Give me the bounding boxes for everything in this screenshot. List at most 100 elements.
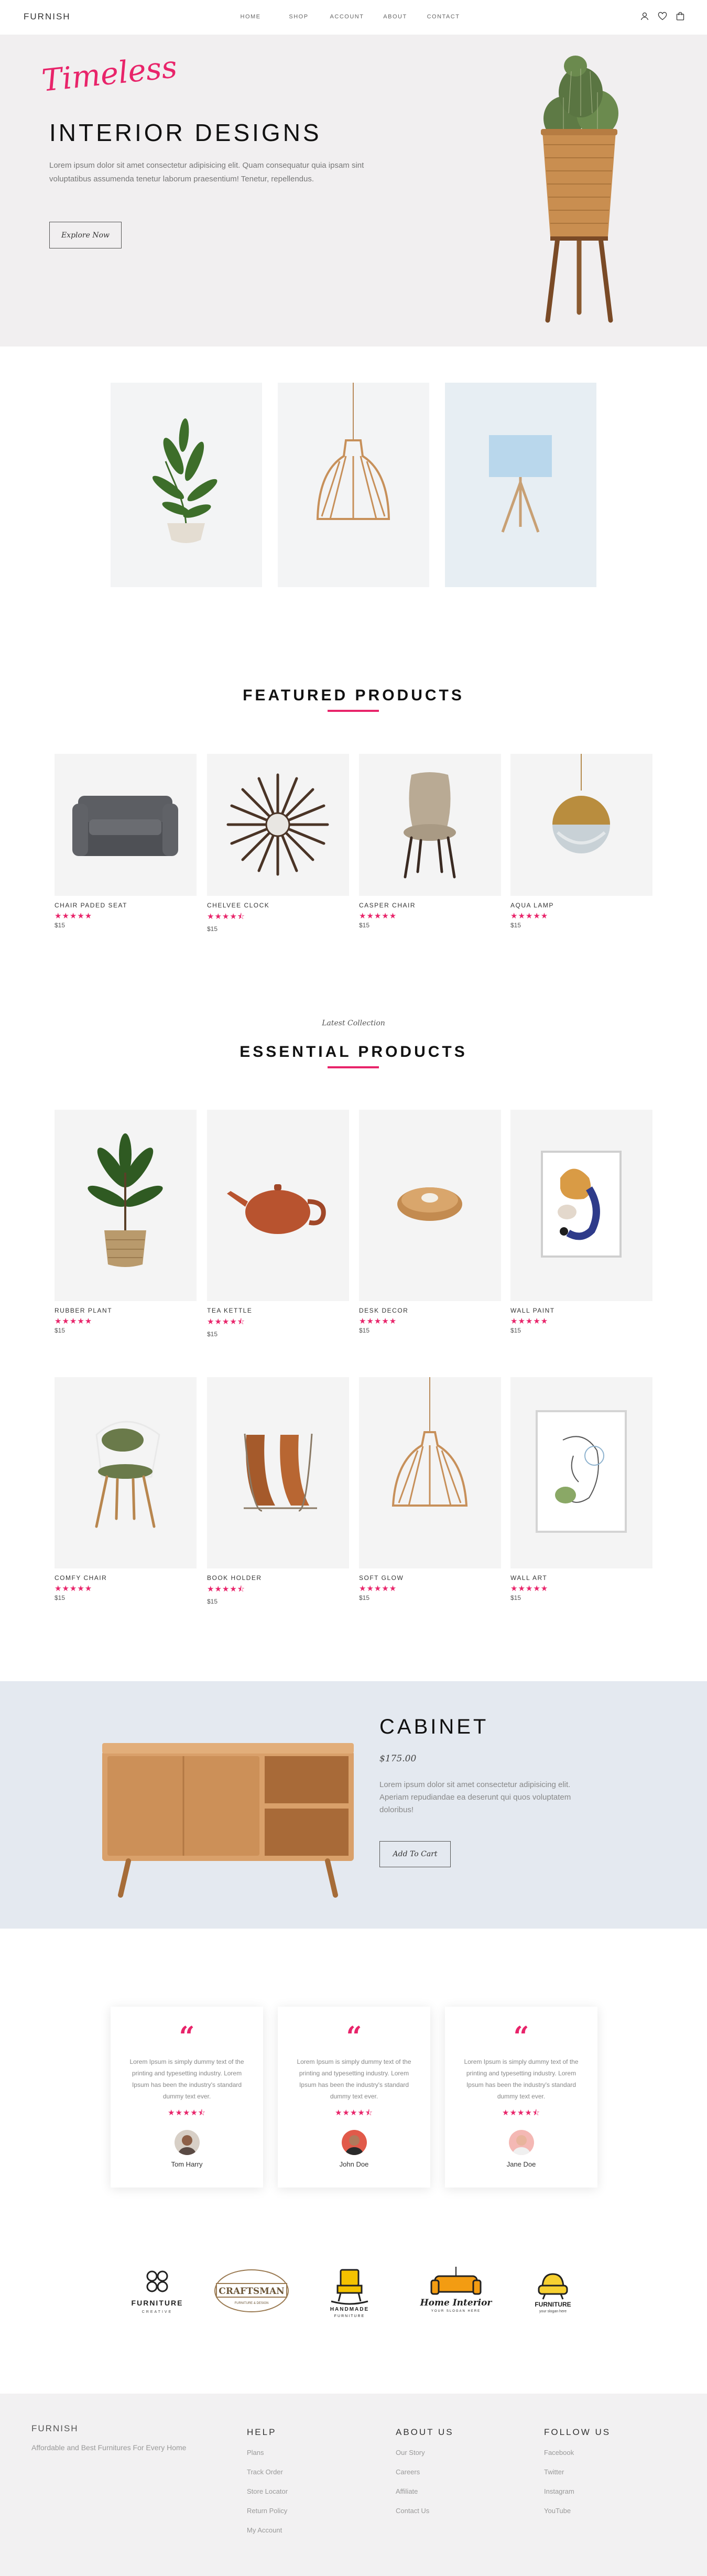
footer-follow-heading: FOLLOW US: [544, 2427, 611, 2437]
product-card[interactable]: COMFY CHAIR ★★★★★ $15: [55, 1377, 197, 1601]
product-card[interactable]: WALL ART ★★★★★ $15: [510, 1377, 652, 1601]
add-to-cart-button[interactable]: Add To Cart: [379, 1841, 451, 1867]
footer-about-heading: ABOUT US: [396, 2427, 454, 2437]
brand-logo-craftsman[interactable]: CRAFTSMAN FURNITURE & DESIGN: [212, 2265, 291, 2322]
footer-link-careers[interactable]: Careers: [396, 2467, 454, 2476]
footer-link-youtube[interactable]: YouTube: [544, 2506, 611, 2515]
product-name[interactable]: AQUA LAMP: [510, 902, 652, 909]
product-card[interactable]: WALL PAINT ★★★★★ $15: [510, 1110, 652, 1334]
product-card[interactable]: CHELVEE CLOCK ★★★★⯪ $15: [207, 754, 349, 933]
nav-contact[interactable]: CONTACT: [419, 14, 467, 20]
product-image[interactable]: [207, 1377, 349, 1568]
product-card[interactable]: CHAIR PADED SEAT ★★★★★ $15: [55, 754, 197, 929]
nav-home[interactable]: HOME: [226, 14, 275, 20]
footer-link-my-account[interactable]: My Account: [247, 2526, 288, 2535]
product-image[interactable]: [207, 754, 349, 896]
product-image[interactable]: [359, 1377, 501, 1568]
brand-logo-home-interior[interactable]: Home Interior YOUR SLOGAN HERE: [417, 2265, 495, 2322]
user-icon[interactable]: [640, 12, 649, 21]
product-image[interactable]: [359, 754, 501, 896]
desk-decor-bowl-image: [397, 1187, 462, 1221]
footer-tagline: Affordable and Best Furnitures For Every…: [31, 2443, 187, 2452]
nav-about[interactable]: ABOUT: [371, 14, 419, 20]
brand-slogan: your slogan here: [539, 2310, 567, 2313]
footer-link-twitter[interactable]: Twitter: [544, 2467, 611, 2476]
product-price: $15: [510, 1594, 521, 1601]
product-rating-stars: ★★★★★: [359, 1317, 397, 1326]
testimonial-card: “ Lorem Ipsum is simply dummy text of th…: [111, 2007, 263, 2188]
product-name[interactable]: COMFY CHAIR: [55, 1574, 197, 1582]
essential-section-subtitle: Latest Collection: [322, 1019, 385, 1027]
product-card[interactable]: AQUA LAMP ★★★★★ $15: [510, 754, 652, 929]
product-name[interactable]: BOOK HOLDER: [207, 1574, 349, 1582]
product-name[interactable]: WALL PAINT: [510, 1307, 652, 1314]
product-image[interactable]: [510, 1110, 652, 1301]
product-price: $15: [510, 1327, 521, 1334]
category-plant-banner[interactable]: [111, 383, 262, 587]
brand-slogan: FURNITURE & DESIGN: [234, 2302, 268, 2305]
product-price: $15: [55, 1327, 66, 1334]
brand-logo-furniture-creative[interactable]: FURNITURE CREATIVE: [126, 2265, 189, 2322]
product-name[interactable]: CHAIR PADED SEAT: [55, 902, 197, 909]
product-image[interactable]: [510, 1377, 652, 1568]
nav-shop[interactable]: SHOP: [275, 14, 323, 20]
footer-link-store-locator[interactable]: Store Locator: [247, 2487, 288, 2496]
featured-title-underline: [328, 710, 379, 712]
product-card[interactable]: DESK DECOR ★★★★★ $15: [359, 1110, 501, 1334]
product-name[interactable]: CHELVEE CLOCK: [207, 902, 349, 909]
quote-icon: “: [513, 2021, 529, 2053]
brand-name: CRAFTSMAN: [219, 2286, 284, 2297]
category-table-lamp-banner[interactable]: [445, 383, 596, 587]
essential-section-title: ESSENTIAL PRODUCTS: [240, 1043, 467, 1060]
comfy-chair-image: [95, 1421, 160, 1528]
footer-link-plans[interactable]: Plans: [247, 2448, 288, 2457]
brand-logo-handmade[interactable]: HANDMADE FURNITURE: [321, 2265, 378, 2322]
footer-link-track-order[interactable]: Track Order: [247, 2467, 288, 2476]
brand-name: FURNITURE: [132, 2299, 183, 2307]
product-name[interactable]: CASPER CHAIR: [359, 902, 501, 909]
header-icons: [640, 12, 685, 21]
cart-icon[interactable]: [676, 12, 685, 21]
footer-logo[interactable]: FURNISH: [31, 2423, 79, 2434]
product-rating-stars: ★★★★★: [359, 912, 397, 921]
site-logo[interactable]: FURNISH: [24, 12, 71, 22]
footer-link-instagram[interactable]: Instagram: [544, 2487, 611, 2496]
aqua-lamp-image: [552, 754, 610, 853]
avatar: [341, 2130, 367, 2155]
product-price: $15: [55, 1594, 66, 1601]
cabinet-image: [102, 1743, 354, 1898]
product-image[interactable]: [55, 1377, 197, 1568]
testimonial-rating-stars: ★★★★⯪: [335, 2108, 373, 2117]
footer-link-return-policy[interactable]: Return Policy: [247, 2506, 288, 2515]
product-name[interactable]: RUBBER PLANT: [55, 1307, 197, 1314]
product-name[interactable]: WALL ART: [510, 1574, 652, 1582]
soft-glow-pendant-image: [391, 1377, 468, 1507]
explore-now-button[interactable]: Explore Now: [49, 222, 122, 248]
footer-link-facebook[interactable]: Facebook: [544, 2448, 611, 2457]
category-pendant-lamp-banner[interactable]: [278, 383, 429, 587]
product-card[interactable]: RUBBER PLANT ★★★★★ $15: [55, 1110, 197, 1334]
footer-link-contact-us[interactable]: Contact Us: [396, 2506, 454, 2515]
product-image[interactable]: [55, 754, 197, 896]
product-name[interactable]: SOFT GLOW: [359, 1574, 501, 1582]
product-image[interactable]: [359, 1110, 501, 1301]
product-image[interactable]: [55, 1110, 197, 1301]
brand-logo-furniture-yellow[interactable]: FURNITURE your slogan here: [524, 2265, 582, 2322]
product-image[interactable]: [207, 1110, 349, 1301]
product-card[interactable]: TEA KETTLE ★★★★⯪ $15: [207, 1110, 349, 1338]
product-name[interactable]: DESK DECOR: [359, 1307, 501, 1314]
footer-link-our-story[interactable]: Our Story: [396, 2448, 454, 2457]
nav-account[interactable]: ACCOUNT: [323, 14, 371, 20]
product-image[interactable]: [510, 754, 652, 896]
footer-link-affiliate[interactable]: Affiliate: [396, 2487, 454, 2496]
heart-icon[interactable]: [658, 12, 667, 21]
product-price: $15: [359, 922, 370, 929]
footer-about-column: ABOUT US Our Story Careers Affiliate Con…: [396, 2427, 454, 2526]
product-name[interactable]: TEA KETTLE: [207, 1307, 349, 1314]
product-card[interactable]: BOOK HOLDER ★★★★⯪ $15: [207, 1377, 349, 1605]
product-price: $15: [207, 925, 218, 933]
testimonial-author: John Doe: [339, 2160, 369, 2168]
product-card[interactable]: SOFT GLOW ★★★★★ $15: [359, 1377, 501, 1601]
product-rating-stars: ★★★★★: [510, 912, 549, 921]
product-card[interactable]: CASPER CHAIR ★★★★★ $15: [359, 754, 501, 929]
